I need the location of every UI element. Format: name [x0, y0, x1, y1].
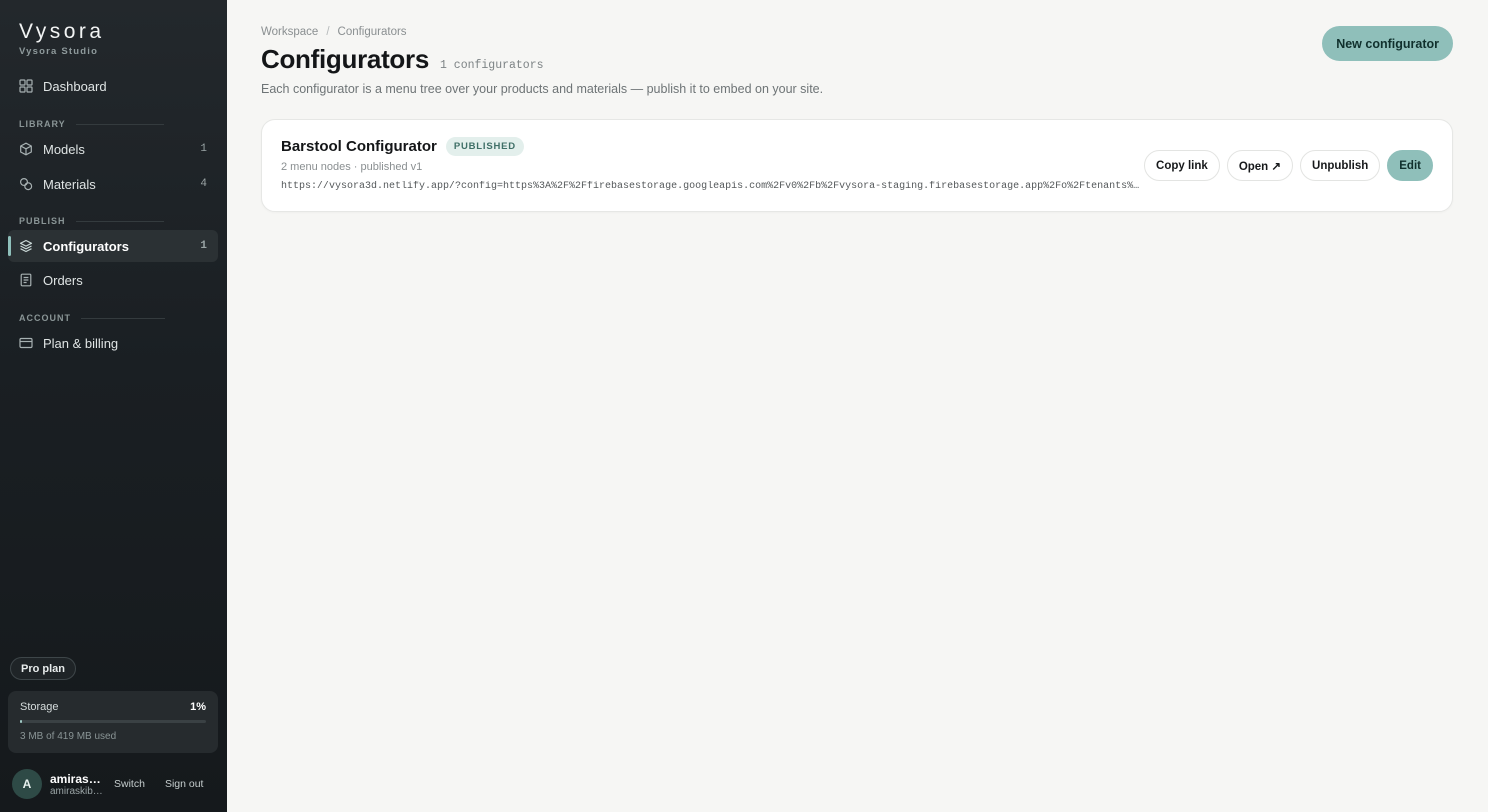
breadcrumb: Workspace / Configurators	[261, 26, 407, 38]
item-count: 1	[200, 143, 207, 155]
sidebar-item-label: Configurators	[43, 238, 129, 254]
grid-icon	[19, 79, 33, 93]
item-count: 4	[200, 178, 207, 190]
sidebar-item-label: Dashboard	[43, 78, 107, 94]
layers-icon	[19, 239, 33, 253]
breadcrumb-workspace[interactable]: Workspace	[261, 26, 318, 38]
storage-progress-bar	[20, 720, 206, 723]
title-row: Configurators 1 configurators	[261, 44, 544, 75]
sidebar-item-dashboard[interactable]: Dashboard	[8, 70, 218, 102]
sidebar-item-plan-billing[interactable]: Plan & billing	[8, 327, 218, 359]
sidebar-item-orders[interactable]: Orders	[8, 264, 218, 296]
edit-button[interactable]: Edit	[1387, 150, 1433, 181]
breadcrumb-separator: /	[326, 26, 330, 38]
item-count: 1	[200, 240, 207, 252]
open-button[interactable]: Open ↗	[1226, 150, 1294, 181]
sidebar-item-label: Models	[43, 141, 85, 157]
page-title: Configurators	[261, 44, 429, 74]
main-content: Workspace / Configurators Configurators …	[227, 0, 1488, 812]
sidebar-item-label: Orders	[43, 272, 83, 288]
user-email: amiraskibo@example.com	[50, 785, 104, 797]
page-description: Each configurator is a menu tree over yo…	[261, 82, 824, 96]
sign-out-button[interactable]: Sign out	[165, 778, 204, 790]
section-label-library: LIBRARY	[19, 119, 164, 129]
user-name: amiraskibo	[50, 771, 104, 786]
storage-progress-fill	[20, 720, 22, 723]
status-badge: PUBLISHED	[445, 137, 524, 156]
configurator-url: https://vysora3d.netlify.app/?config=htt…	[281, 181, 1141, 192]
card-icon	[19, 336, 33, 350]
sidebar-item-label: Materials	[43, 176, 96, 192]
sidebar-item-models[interactable]: Models 1	[8, 133, 218, 165]
storage-label: Storage	[20, 701, 59, 713]
storage-panel: Storage 1% 3 MB of 419 MB used	[8, 691, 218, 753]
switch-account-button[interactable]: Switch	[114, 778, 145, 790]
configurator-card: Barstool Configurator PUBLISHED 2 menu n…	[261, 119, 1453, 212]
storage-used-text: 3 MB of 419 MB used	[20, 731, 117, 742]
user-panel: A amiraskibo amiraskibo@example.com Swit…	[12, 768, 222, 800]
unpublish-button[interactable]: Unpublish	[1300, 150, 1381, 181]
swatch-icon	[19, 177, 33, 191]
brand-name: Vysora	[19, 20, 105, 43]
avatar[interactable]: A	[12, 769, 42, 799]
copy-link-button[interactable]: Copy link	[1144, 150, 1220, 181]
sidebar-item-label: Plan & billing	[43, 335, 119, 351]
sidebar-item-materials[interactable]: Materials 4	[8, 168, 218, 200]
section-label-publish: PUBLISH	[19, 216, 164, 226]
cube-icon	[19, 142, 33, 156]
sidebar: Vysora Vysora Studio Dashboard LIBRARY M…	[0, 0, 227, 812]
brand-subtitle: Vysora Studio	[19, 46, 99, 57]
sidebar-item-configurators[interactable]: Configurators 1	[8, 230, 218, 262]
storage-percent: 1%	[190, 701, 206, 713]
section-label-account: ACCOUNT	[19, 313, 165, 323]
configurator-name: Barstool Configurator	[281, 138, 437, 155]
plan-badge[interactable]: Pro plan	[10, 657, 77, 680]
configurator-count: 1 configurators	[439, 59, 544, 72]
receipt-icon	[19, 273, 33, 287]
new-configurator-button[interactable]: New configurator	[1322, 26, 1453, 61]
configurator-meta: 2 menu nodes · published v1	[281, 161, 423, 173]
card-actions: Copy link Open ↗ Unpublish Edit	[1144, 150, 1433, 181]
brand: Vysora Vysora Studio	[19, 20, 105, 57]
breadcrumb-current: Configurators	[337, 26, 407, 38]
